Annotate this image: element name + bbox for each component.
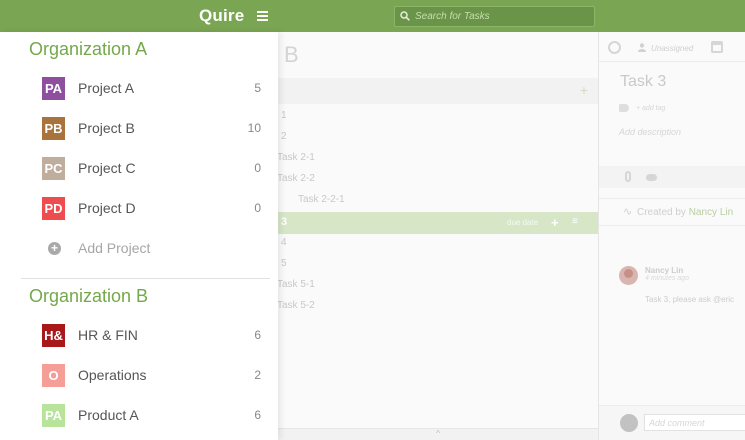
project-badge: PB <box>42 117 65 140</box>
project-badge: PD <box>42 197 65 220</box>
project-dropdown: Organization A PA Project A 5 PB Project… <box>0 32 278 440</box>
task-name: 1 <box>281 110 287 121</box>
task-name: Task 5-2 <box>277 300 315 311</box>
current-user-avatar <box>620 414 638 432</box>
project-name: Project B <box>78 120 135 136</box>
app-logo[interactable]: Quire <box>199 6 244 26</box>
collapse-bar[interactable]: ^ <box>278 428 598 440</box>
attachment-bar <box>599 166 745 188</box>
task-name: 5 <box>281 258 287 269</box>
task-row[interactable]: 1 <box>278 106 598 127</box>
project-badge: H& <box>42 324 65 347</box>
organization-heading[interactable]: Organization A <box>29 39 147 60</box>
task-list-header: + <box>278 78 598 104</box>
project-name: Project C <box>78 160 136 176</box>
project-badge: O <box>42 364 65 387</box>
comment-input[interactable] <box>644 414 745 431</box>
activity-icon: ∿ <box>623 206 633 218</box>
tag-icon <box>619 104 629 112</box>
task-row[interactable]: Task 2-2-1 <box>278 190 598 211</box>
top-bar: Quire <box>0 0 745 32</box>
description-field[interactable]: Add description <box>619 127 681 137</box>
comment-bar <box>599 405 745 440</box>
task-count: 2 <box>254 368 261 382</box>
task-row-selected[interactable]: 3 due date + ≡ <box>278 212 604 234</box>
task-name: Task 2-1 <box>277 152 315 163</box>
avatar <box>619 266 638 285</box>
comment-time: 4 minutes ago <box>645 275 689 282</box>
task-count: 5 <box>254 81 261 95</box>
comment-author[interactable]: Nancy Lin <box>645 266 683 275</box>
task-row[interactable]: Task 2-1 <box>277 148 598 169</box>
task-row[interactable]: 4 <box>278 233 598 254</box>
project-badge: PC <box>42 157 65 180</box>
subtask-list-icon[interactable]: ≡ <box>572 216 578 227</box>
task-row[interactable]: 2 <box>278 127 598 148</box>
task-name: 4 <box>281 237 287 248</box>
created-by-text: Created by Nancy Lin <box>637 207 734 218</box>
project-item-b[interactable]: PB Project B 10 <box>0 109 278 149</box>
project-item-d[interactable]: PD Project D 0 <box>0 189 278 229</box>
task-count: 0 <box>254 201 261 215</box>
task-name: Task 2-2 <box>277 173 315 184</box>
caret-up-icon: ^ <box>436 429 440 438</box>
project-item-operations[interactable]: O Operations 2 <box>0 356 278 396</box>
project-badge: PA <box>42 404 65 427</box>
add-project-button[interactable]: + Add Project <box>0 229 278 269</box>
project-name: HR & FIN <box>78 327 138 343</box>
task-name: Task 2-2-1 <box>298 194 345 205</box>
hamburger-menu-icon[interactable] <box>257 11 268 21</box>
task-row[interactable]: Task 5-2 <box>277 296 598 317</box>
task-row[interactable]: 5 <box>278 254 598 275</box>
project-title: B <box>284 42 299 67</box>
task-list-panel: B + 1 2 Task 2-1 Task 2-2 Task 2-2-1 3 d… <box>277 32 604 440</box>
task-count: 6 <box>254 328 261 342</box>
comment-text: Task 3, please ask @eric <box>645 295 735 304</box>
add-task-icon[interactable]: + <box>580 82 588 98</box>
assignee-label[interactable]: Unassigned <box>651 44 693 53</box>
add-tag-link[interactable]: + add tag <box>636 105 665 112</box>
project-name: Operations <box>78 367 147 383</box>
project-item-c[interactable]: PC Project C 0 <box>0 149 278 189</box>
task-count: 6 <box>254 408 261 422</box>
activity-created: ∿ Created by Nancy Lin <box>599 198 745 226</box>
project-name: Project A <box>78 80 135 96</box>
add-project-label: Add Project <box>78 240 151 256</box>
task-name: Task 5-1 <box>277 279 315 290</box>
project-badge: PA <box>42 77 65 100</box>
plus-circle-icon: + <box>48 242 61 255</box>
task-row[interactable]: Task 5-1 <box>277 275 598 296</box>
complete-checkbox[interactable] <box>608 41 621 54</box>
cloud-icon[interactable] <box>646 174 657 181</box>
task-detail-panel: Unassigned Task 3 + add tag Add descript… <box>598 32 745 440</box>
project-item-hr-fin[interactable]: H& HR & FIN 6 <box>0 316 278 356</box>
task-name: 3 <box>281 216 288 228</box>
detail-toolbar: Unassigned <box>599 32 745 62</box>
task-count: 10 <box>247 121 261 135</box>
divider <box>21 278 270 279</box>
paperclip-icon[interactable] <box>625 171 631 182</box>
search-input[interactable] <box>415 9 590 24</box>
due-date-label[interactable]: due date <box>507 218 538 227</box>
calendar-icon[interactable] <box>711 41 723 53</box>
project-item-product-a[interactable]: PA Product A 6 <box>0 396 278 436</box>
project-item-a[interactable]: PA Project A 5 <box>0 69 278 109</box>
search-box[interactable] <box>394 6 595 27</box>
user-icon <box>638 43 646 52</box>
add-subtask-icon[interactable]: + <box>551 215 559 230</box>
creator-name[interactable]: Nancy Lin <box>689 207 733 218</box>
project-name: Project D <box>78 200 136 216</box>
project-name: Product A <box>78 407 139 423</box>
task-title[interactable]: Task 3 <box>620 73 666 91</box>
task-name: 2 <box>281 131 287 142</box>
organization-heading[interactable]: Organization B <box>29 286 148 307</box>
search-icon <box>400 11 410 21</box>
task-count: 0 <box>254 161 261 175</box>
task-row[interactable]: Task 2-2 <box>277 169 598 190</box>
